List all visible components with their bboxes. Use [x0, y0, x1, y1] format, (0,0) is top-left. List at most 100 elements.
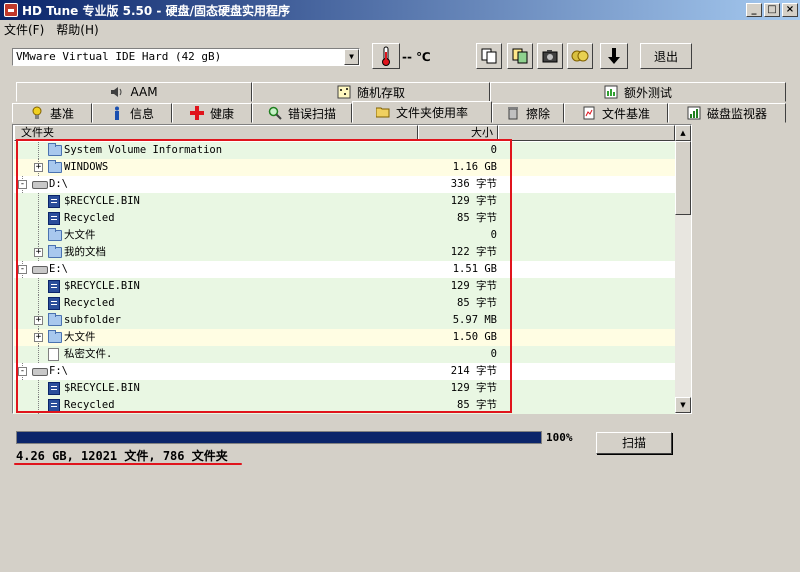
tab-info[interactable]: 信息 — [92, 103, 172, 123]
maximize-button[interactable]: □ — [764, 3, 780, 17]
scan-button[interactable]: 扫描 — [596, 432, 672, 454]
folder-icon — [48, 245, 62, 258]
system-folder-icon — [48, 195, 60, 208]
menu-help[interactable]: 帮助(H) — [56, 21, 98, 38]
menu-bar: 文件(F) 帮助(H) — [0, 20, 800, 38]
tab-disk-monitor[interactable]: 磁盘监视器 — [668, 103, 786, 123]
table-row[interactable]: 私密文件. 0 — [14, 346, 675, 363]
minimize-button[interactable]: _ — [746, 3, 762, 17]
tab-random-access[interactable]: 随机存取 — [252, 82, 490, 102]
tree-line — [38, 295, 39, 312]
drive-select-value: VMware Virtual IDE Hard (42 gB) — [16, 50, 222, 63]
options-button[interactable] — [567, 43, 593, 69]
row-name: System Volume Information — [64, 144, 223, 156]
scroll-down-button[interactable]: ▼ — [675, 397, 691, 413]
table-row[interactable]: $RECYCLE.BIN 129 字节 — [14, 380, 675, 397]
tab-benchmark[interactable]: 基准 — [12, 103, 92, 123]
table-row[interactable]: - E:\ 1.51 GB — [14, 261, 675, 278]
row-name: 私密文件. — [64, 348, 113, 360]
tab-folder-usage[interactable]: 文件夹使用率 — [352, 101, 492, 123]
system-folder-icon — [48, 382, 60, 395]
tab-label: 健康 — [209, 106, 234, 121]
tab-label: 错误扫描 — [287, 106, 336, 121]
system-folder-icon — [48, 280, 60, 293]
column-header-folder[interactable]: 文件夹 — [14, 125, 418, 141]
row-name: $RECYCLE.BIN — [64, 195, 140, 207]
tab-aam[interactable]: AAM — [16, 82, 252, 102]
trash-icon — [507, 107, 518, 120]
copy-all-button[interactable] — [507, 43, 533, 69]
drive-icon — [32, 181, 48, 189]
thermometer-button[interactable] — [372, 43, 400, 69]
row-size: 0 — [490, 348, 497, 360]
row-size: 1.50 GB — [452, 331, 497, 343]
tree-line — [38, 193, 39, 210]
collapse-icon[interactable]: - — [18, 265, 27, 274]
tab-strip: AAM 随机存取 额外测试 基准 信息 健康 错误扫描 文件夹使用率 擦除 文件… — [12, 82, 788, 126]
tab-file-benchmark[interactable]: 文件基准 — [564, 103, 668, 123]
row-name: Recycled — [64, 297, 115, 309]
collapse-icon[interactable]: - — [18, 180, 27, 189]
collapse-icon[interactable]: - — [18, 367, 27, 376]
scroll-thumb[interactable] — [675, 141, 691, 215]
tab-label: AAM — [130, 85, 158, 99]
magnifier-icon — [268, 106, 282, 120]
table-row[interactable]: $RECYCLE.BIN 129 字节 — [14, 278, 675, 295]
progress-fill — [17, 432, 541, 443]
row-name: $RECYCLE.BIN — [64, 382, 140, 394]
row-size: 129 字节 — [450, 280, 497, 292]
table-row[interactable]: - D:\ 336 字节 — [14, 176, 675, 193]
row-size: 85 字节 — [457, 399, 497, 411]
table-row[interactable]: Recycled 85 字节 — [14, 397, 675, 414]
table-row[interactable]: + 我的文档 122 字节 — [14, 244, 675, 261]
row-name: $RECYCLE.BIN — [64, 280, 140, 292]
tree-line — [38, 278, 39, 295]
tab-label: 文件夹使用率 — [395, 105, 468, 120]
table-row[interactable]: 大文件 0 — [14, 227, 675, 244]
row-name: 大文件 — [64, 331, 96, 343]
table-row[interactable]: + subfolder 5.97 MB — [14, 312, 675, 329]
summary-text: 4.26 GB, 12021 文件, 786 文件夹 — [16, 449, 228, 463]
tab-error-scan[interactable]: 错误扫描 — [252, 103, 352, 123]
save-button[interactable] — [600, 43, 628, 69]
expand-icon[interactable]: + — [34, 248, 43, 257]
table-row[interactable]: + WINDOWS 1.16 GB — [14, 159, 675, 176]
expand-icon[interactable]: + — [34, 163, 43, 172]
tab-extra-tests[interactable]: 额外测试 — [490, 82, 786, 102]
health-cross-icon — [189, 106, 204, 120]
copy-info-button[interactable] — [476, 43, 502, 69]
table-row[interactable]: + 大文件 1.50 GB — [14, 329, 675, 346]
folder-icon — [48, 330, 62, 343]
system-folder-icon — [48, 297, 60, 310]
table-row[interactable]: - F:\ 214 字节 — [14, 363, 675, 380]
close-button[interactable]: × — [782, 3, 798, 17]
row-size: 1.51 GB — [452, 263, 497, 275]
row-size: 5.97 MB — [452, 314, 497, 326]
table-row[interactable]: Recycled 85 字节 — [14, 210, 675, 227]
tab-label: 磁盘监视器 — [706, 106, 767, 121]
column-header-size[interactable]: 大小 — [418, 125, 498, 141]
vertical-scrollbar[interactable]: ▲ ▼ — [675, 125, 691, 413]
table-row[interactable]: Recycled 85 字节 — [14, 295, 675, 312]
expand-icon[interactable]: + — [34, 333, 43, 342]
drive-icon — [32, 266, 48, 274]
row-size: 0 — [490, 144, 497, 156]
scroll-up-button[interactable]: ▲ — [675, 125, 691, 141]
chevron-down-icon[interactable]: ▼ — [344, 49, 359, 65]
drive-select[interactable]: VMware Virtual IDE Hard (42 gB) ▼ — [12, 48, 360, 66]
folder-icon — [48, 143, 62, 156]
screenshot-button[interactable] — [537, 43, 563, 69]
expand-icon[interactable]: + — [34, 316, 43, 325]
table-row[interactable]: System Volume Information 0 — [14, 142, 675, 159]
column-header-spacer — [498, 125, 675, 141]
annotation-underline — [14, 463, 242, 465]
exit-button[interactable]: 退出 — [640, 43, 692, 69]
tab-erase[interactable]: 擦除 — [492, 103, 564, 123]
tab-health[interactable]: 健康 — [172, 103, 252, 123]
camera-icon — [542, 50, 558, 63]
file-icon — [48, 348, 59, 361]
row-name: D:\ — [49, 178, 68, 190]
menu-file[interactable]: 文件(F) — [4, 21, 44, 38]
row-name: WINDOWS — [64, 161, 109, 173]
table-row[interactable]: $RECYCLE.BIN 129 字节 — [14, 193, 675, 210]
